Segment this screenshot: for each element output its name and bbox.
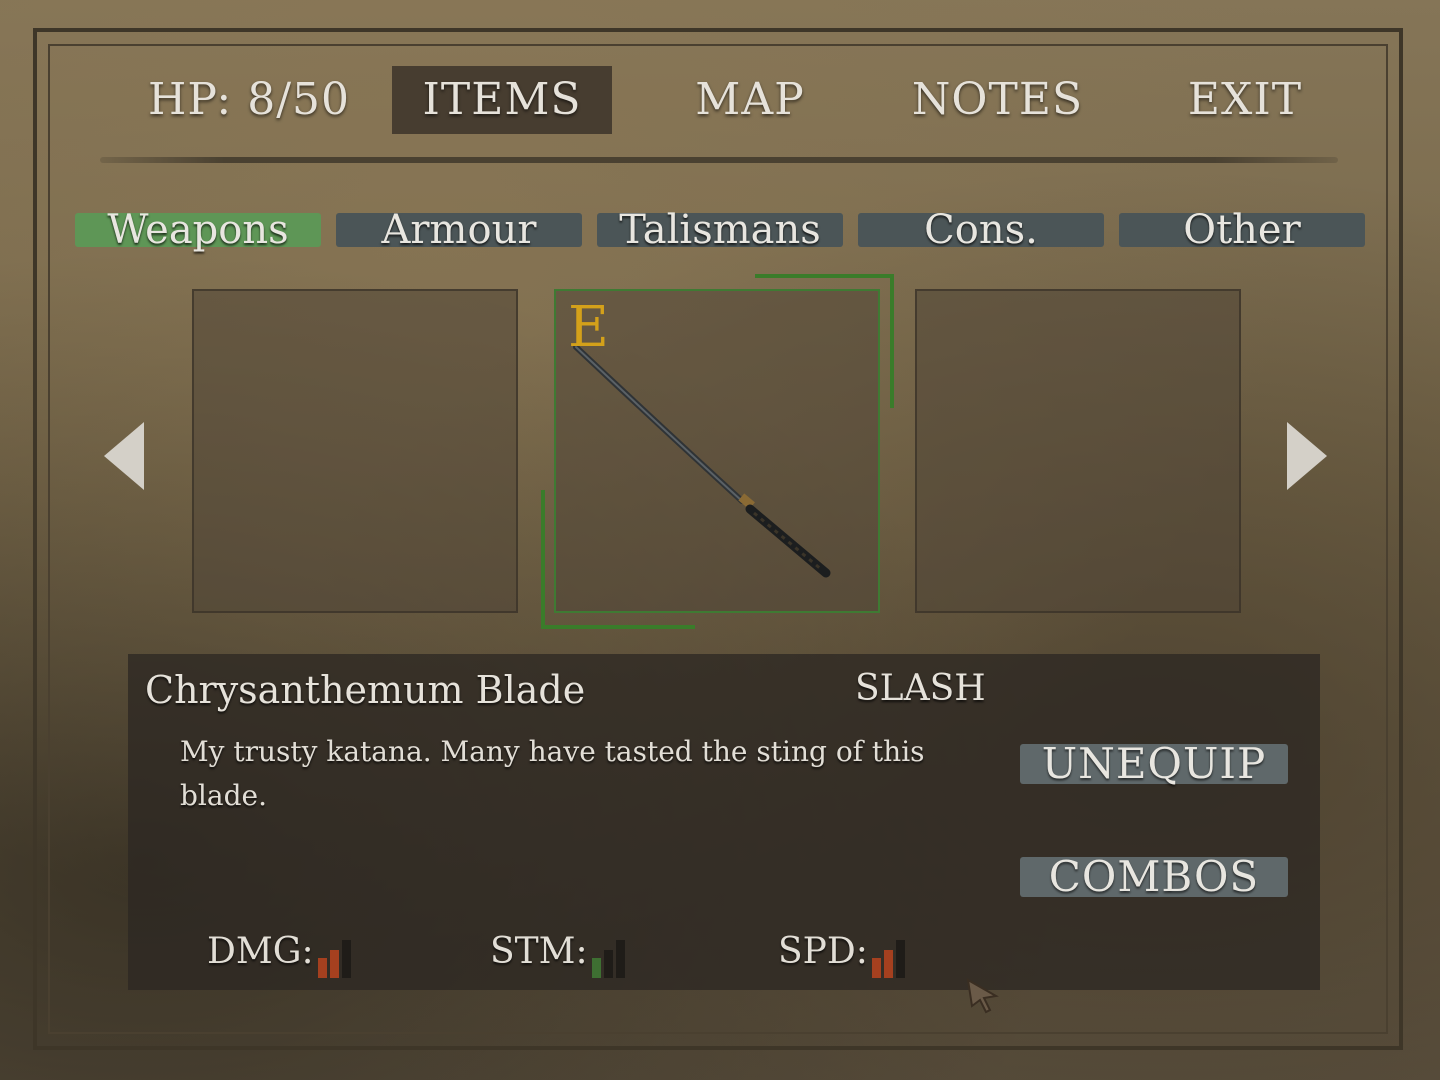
category-armour[interactable]: Armour	[336, 210, 582, 250]
stat-stamina-bars	[591, 934, 628, 978]
tab-exit[interactable]: EXIT	[1170, 66, 1320, 134]
top-navigation: HP: 8/50 ITEMS MAP NOTES EXIT	[0, 66, 1440, 134]
hp-readout: HP: 8/50	[148, 74, 351, 125]
stat-bar	[329, 950, 339, 978]
stat-bar	[615, 940, 625, 978]
stat-bar	[341, 940, 351, 978]
item-name: Chrysanthemum Blade	[145, 668, 586, 712]
item-description: My trusty katana. Many have tasted the s…	[180, 735, 925, 812]
item-slot-right[interactable]	[915, 289, 1241, 613]
nav-divider	[100, 157, 1338, 163]
stat-damage-bars	[317, 934, 354, 978]
stat-bar	[883, 950, 893, 978]
category-talismans[interactable]: Talismans	[597, 210, 843, 250]
stat-speed: SPD:	[778, 930, 908, 978]
category-other[interactable]: Other	[1119, 210, 1365, 250]
previous-item-arrow-icon[interactable]	[104, 422, 144, 490]
mouse-cursor-icon	[966, 978, 999, 1014]
stat-bar	[317, 958, 327, 978]
stat-bar	[871, 958, 881, 978]
category-weapons[interactable]: Weapons	[75, 210, 321, 250]
stat-stamina-label: STM:	[490, 931, 588, 972]
stat-damage-label: DMG:	[207, 931, 314, 972]
tab-notes[interactable]: NOTES	[900, 66, 1095, 134]
stat-stamina: STM:	[490, 930, 628, 978]
stat-speed-bars	[871, 934, 908, 978]
item-damage-type: SLASH	[855, 668, 986, 709]
stat-bar	[603, 950, 613, 978]
next-item-arrow-icon[interactable]	[1287, 422, 1327, 490]
tab-map[interactable]: MAP	[660, 66, 840, 134]
stat-damage: DMG:	[207, 930, 354, 978]
equipped-mark: E	[568, 295, 609, 360]
category-consumables[interactable]: Cons.	[858, 210, 1104, 250]
unequip-button[interactable]: UNEQUIP	[1020, 743, 1288, 785]
combos-button[interactable]: COMBOS	[1020, 856, 1288, 898]
tab-items[interactable]: ITEMS	[392, 66, 612, 134]
stat-speed-label: SPD:	[778, 931, 868, 972]
stat-bar	[591, 958, 601, 978]
item-slot-left[interactable]	[192, 289, 518, 613]
stat-bar	[895, 940, 905, 978]
